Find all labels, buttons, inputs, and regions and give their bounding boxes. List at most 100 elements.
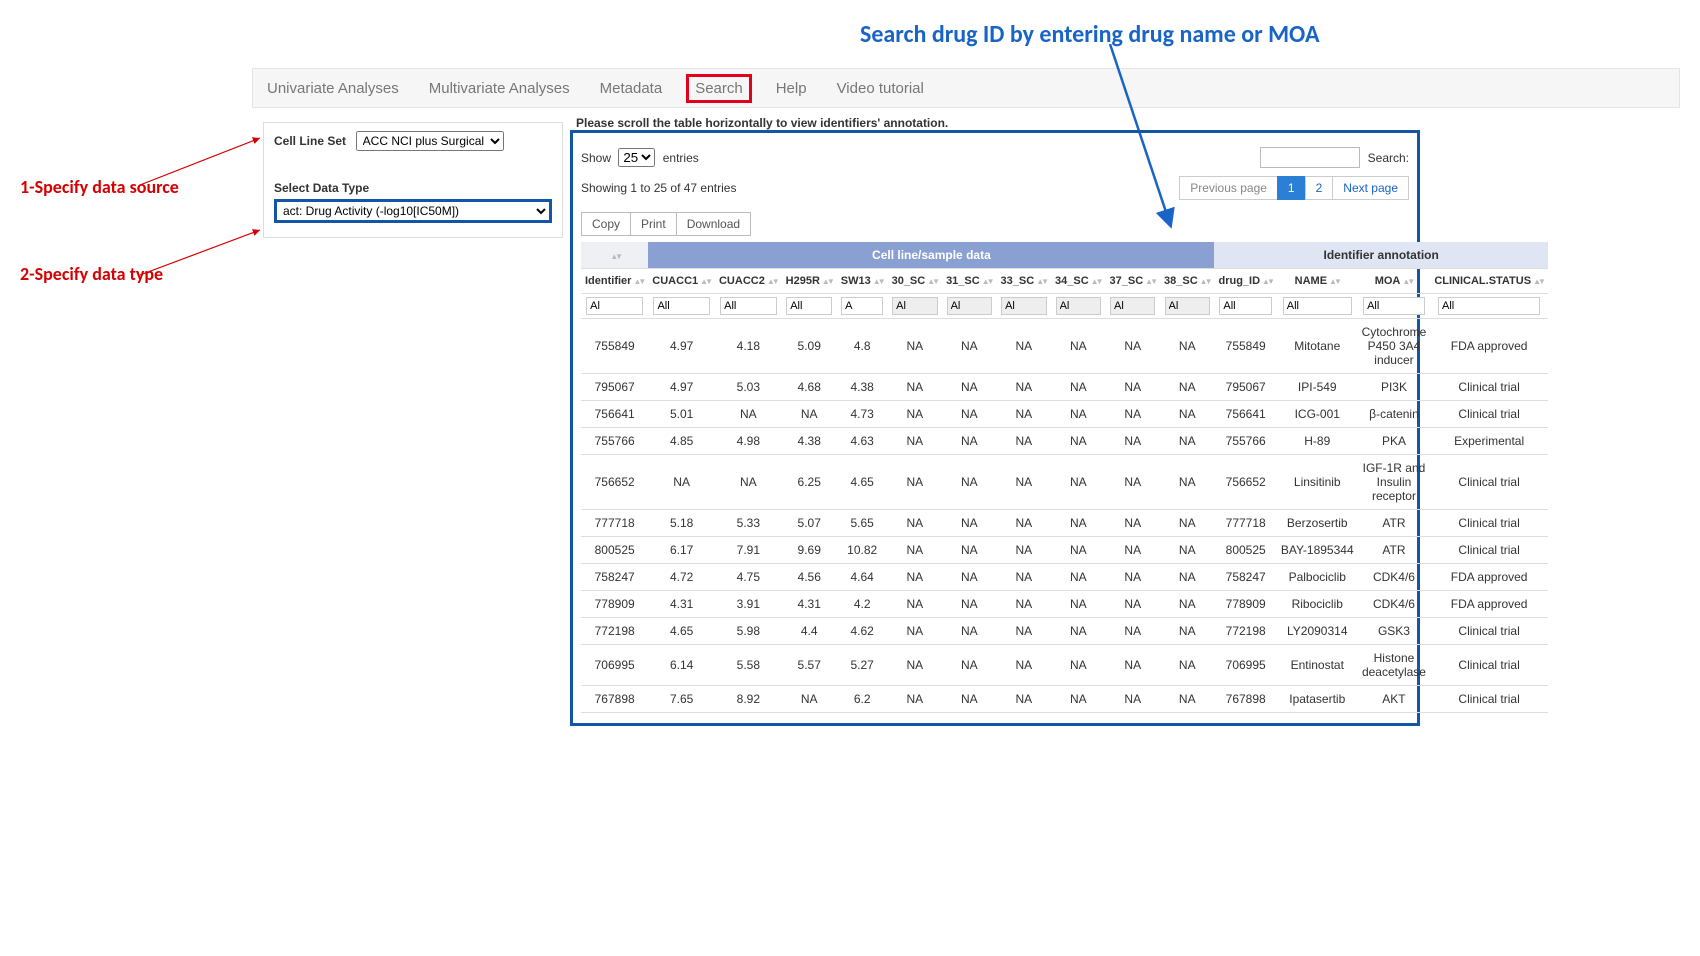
copy-button[interactable]: Copy (581, 212, 631, 236)
cell: 4.56 (782, 564, 837, 591)
header-blank[interactable] (581, 242, 648, 269)
cell: NA (1160, 564, 1214, 591)
nav-item-video-tutorial[interactable]: Video tutorial (831, 74, 930, 103)
cell: ICG-001 (1277, 401, 1358, 428)
filter-33_SC[interactable] (1001, 297, 1046, 315)
download-button[interactable]: Download (676, 212, 751, 236)
filter-Identifier[interactable] (586, 297, 643, 315)
print-button[interactable]: Print (630, 212, 677, 236)
cell: NA (942, 564, 996, 591)
filter-SW13[interactable] (841, 297, 883, 315)
col-CUACC2[interactable]: CUACC2 (715, 269, 782, 294)
cell: Entinostat (1277, 645, 1358, 686)
table-row: 756652NANA6.254.65NANANANANANA756652Lins… (581, 455, 1548, 510)
cell: NA (1051, 686, 1105, 713)
cell: NA (715, 401, 782, 428)
cell: NA (888, 455, 942, 510)
filter-H295R[interactable] (786, 297, 832, 315)
cell: NA (942, 455, 996, 510)
filter-NAME[interactable] (1283, 297, 1352, 315)
filter-drug_ID[interactable] (1219, 297, 1272, 315)
filter-38_SC[interactable] (1165, 297, 1210, 315)
cell: 778909 (581, 591, 648, 618)
cell: Mitotane (1277, 319, 1358, 374)
col-30_SC[interactable]: 30_SC (888, 269, 942, 294)
cell: Clinical trial (1430, 374, 1548, 401)
cell: 4.65 (837, 455, 888, 510)
cell: NA (1160, 686, 1214, 713)
cell: FDA approved (1430, 591, 1548, 618)
cell-line-set-select[interactable]: ACC NCI plus Surgical (356, 131, 504, 151)
pager-prev[interactable]: Previous page (1179, 176, 1278, 200)
header-group-idann: Identifier annotation (1214, 242, 1547, 269)
col-Identifier[interactable]: Identifier (581, 269, 648, 294)
filter-30_SC[interactable] (892, 297, 937, 315)
col-37_SC[interactable]: 37_SC (1106, 269, 1160, 294)
nav-item-metadata[interactable]: Metadata (594, 74, 669, 103)
cell: NA (997, 618, 1051, 645)
search-input[interactable] (1260, 147, 1360, 168)
cell: 5.27 (837, 645, 888, 686)
cell: 5.03 (715, 374, 782, 401)
cell: 756641 (581, 401, 648, 428)
col-drug_ID[interactable]: drug_ID (1214, 269, 1276, 294)
filter-MOA[interactable] (1363, 297, 1425, 315)
cell: NA (1160, 510, 1214, 537)
cell: 777718 (1214, 510, 1276, 537)
data-type-select[interactable]: act: Drug Activity (-log10[IC50M]) (274, 199, 552, 223)
nav-item-search[interactable]: Search (686, 74, 752, 103)
cell: NA (997, 374, 1051, 401)
col-34_SC[interactable]: 34_SC (1051, 269, 1105, 294)
filter-31_SC[interactable] (947, 297, 992, 315)
filter-CUACC1[interactable] (653, 297, 709, 315)
cell: NA (888, 591, 942, 618)
cell: CDK4/6 (1358, 564, 1431, 591)
cell: NA (648, 455, 715, 510)
cell: NA (1051, 374, 1105, 401)
entries-select[interactable]: 25 (618, 148, 655, 167)
cell: NA (1106, 564, 1160, 591)
cell: NA (1106, 319, 1160, 374)
nav-item-multivariate-analyses[interactable]: Multivariate Analyses (423, 74, 576, 103)
data-table: Cell line/sample data Identifier annotat… (581, 242, 1548, 713)
cell: NA (1160, 428, 1214, 455)
cell: 4.73 (837, 401, 888, 428)
scroll-hint: Please scroll the table horizontally to … (576, 116, 948, 130)
cell: 800525 (1214, 537, 1276, 564)
col-SW13[interactable]: SW13 (837, 269, 888, 294)
filter-CLINICAL.STATUS[interactable] (1438, 297, 1540, 315)
cell: 4.85 (648, 428, 715, 455)
filter-37_SC[interactable] (1110, 297, 1155, 315)
col-33_SC[interactable]: 33_SC (997, 269, 1051, 294)
cell: 5.01 (648, 401, 715, 428)
cell: NA (942, 537, 996, 564)
cell: NA (1106, 645, 1160, 686)
pager-page-1[interactable]: 1 (1277, 176, 1306, 200)
col-H295R[interactable]: H295R (782, 269, 837, 294)
table-row: 7069956.145.585.575.27NANANANANANA706995… (581, 645, 1548, 686)
cell: Histone deacetylase (1358, 645, 1431, 686)
cell: 758247 (581, 564, 648, 591)
cell: NA (997, 591, 1051, 618)
show-entries: Show 25 entries (581, 148, 699, 167)
nav-item-help[interactable]: Help (770, 74, 813, 103)
cell: NA (1051, 510, 1105, 537)
pager-next[interactable]: Next page (1332, 176, 1409, 200)
cell: NA (997, 401, 1051, 428)
pager-page-2[interactable]: 2 (1305, 176, 1334, 200)
filter-34_SC[interactable] (1056, 297, 1101, 315)
cell: Palbociclib (1277, 564, 1358, 591)
cell: FDA approved (1430, 319, 1548, 374)
col-NAME[interactable]: NAME (1277, 269, 1358, 294)
cell: 4.63 (837, 428, 888, 455)
cell: 4.31 (648, 591, 715, 618)
col-31_SC[interactable]: 31_SC (942, 269, 996, 294)
col-CLINICAL.STATUS[interactable]: CLINICAL.STATUS (1430, 269, 1548, 294)
col-38_SC[interactable]: 38_SC (1160, 269, 1214, 294)
cell: 4.68 (782, 374, 837, 401)
col-MOA[interactable]: MOA (1358, 269, 1431, 294)
nav-item-univariate-analyses[interactable]: Univariate Analyses (261, 74, 405, 103)
cell: NA (997, 686, 1051, 713)
col-CUACC1[interactable]: CUACC1 (648, 269, 715, 294)
filter-CUACC2[interactable] (720, 297, 776, 315)
